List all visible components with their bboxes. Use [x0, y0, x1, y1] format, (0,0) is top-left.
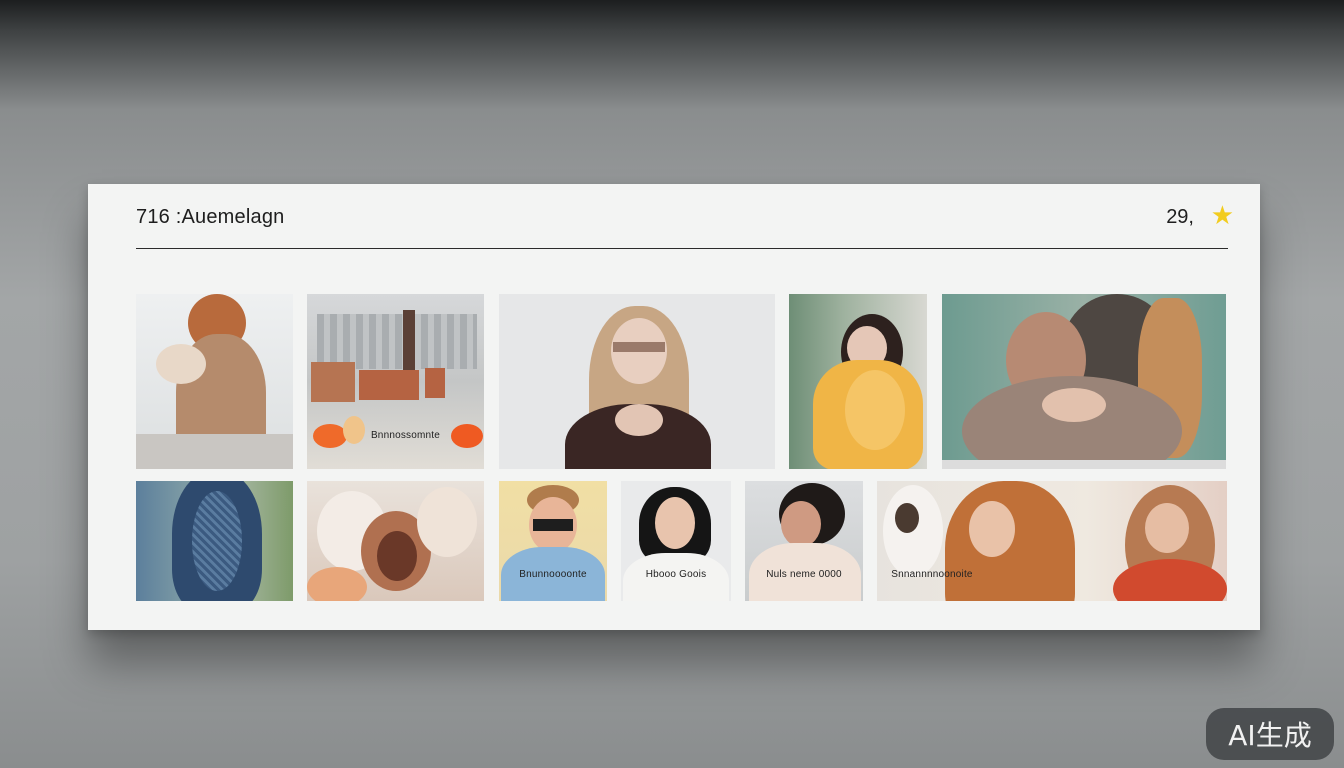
photo-ceramics[interactable]: [307, 481, 484, 601]
header-divider: [136, 248, 1228, 249]
photo-group-redhair[interactable]: Snnannnnoonoite: [877, 481, 1227, 601]
photo-woman-yellow-sweater[interactable]: [789, 294, 927, 469]
photo-woman-long-hair[interactable]: [499, 294, 775, 469]
ai-generated-badge: AI生成: [1206, 708, 1334, 760]
item-count: 29,: [1166, 206, 1194, 228]
photo-curly-hair[interactable]: Nuls neme 0000: [745, 481, 863, 601]
star-icon[interactable]: ★: [1211, 202, 1234, 228]
tile-caption: Hbooo Goois: [645, 569, 707, 580]
photo-knit-figure[interactable]: [136, 294, 293, 469]
tile-caption: Snnannnnoonoite: [891, 569, 973, 580]
tile-caption: Bnunnoooonte: [519, 569, 587, 580]
tile-caption: Bnnnossomnte: [370, 430, 441, 441]
page-title: 716 :Auemelagn: [136, 206, 285, 228]
photo-city-scene[interactable]: Bnnnossomnte: [307, 294, 484, 469]
photo-woman-wrapped[interactable]: [942, 294, 1226, 469]
photo-lace-dress[interactable]: [136, 481, 293, 601]
tile-caption: Nuls neme 0000: [766, 569, 842, 580]
gallery-card: 716 :Auemelagn 29, ★ Bnnnossomnte Bnunno…: [88, 184, 1260, 630]
photo-boy[interactable]: Bnunnoooonte: [499, 481, 607, 601]
photo-woman-portrait[interactable]: Hbooo Goois: [621, 481, 731, 601]
